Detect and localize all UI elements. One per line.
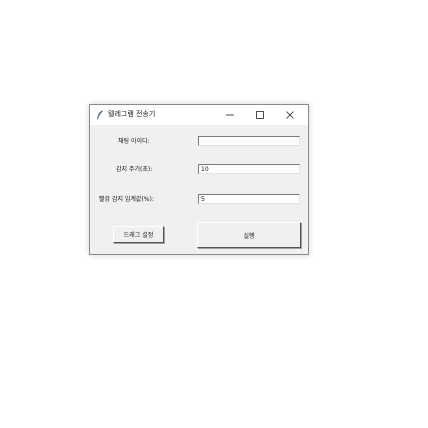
- title-bar[interactable]: 텔레그램 전송기: [90, 105, 308, 125]
- threshold-label: 빨강 감지 임계값(%):: [99, 196, 154, 203]
- close-button[interactable]: [276, 105, 304, 125]
- minimize-button[interactable]: [216, 105, 244, 125]
- threshold-input[interactable]: [198, 194, 300, 204]
- window-title: 텔레그램 전송기: [108, 110, 156, 118]
- maximize-button[interactable]: [246, 105, 274, 125]
- run-button[interactable]: 실행: [197, 222, 301, 248]
- maximize-icon: [256, 111, 264, 119]
- feather-icon: [97, 110, 104, 120]
- minimize-icon: [226, 114, 234, 116]
- interval-label: 감지 주기(초):: [116, 166, 153, 173]
- interval-input[interactable]: [198, 164, 300, 174]
- chat-id-input[interactable]: [198, 136, 300, 146]
- app-window: 텔레그램 전송기 채팅 아이디: 감지 주기(초): 빨강 감지 임계값(%):…: [89, 104, 309, 255]
- drag-settings-button[interactable]: 드래그 설정: [113, 226, 164, 243]
- close-icon: [286, 111, 294, 119]
- chat-id-label: 채팅 아이디:: [118, 138, 150, 145]
